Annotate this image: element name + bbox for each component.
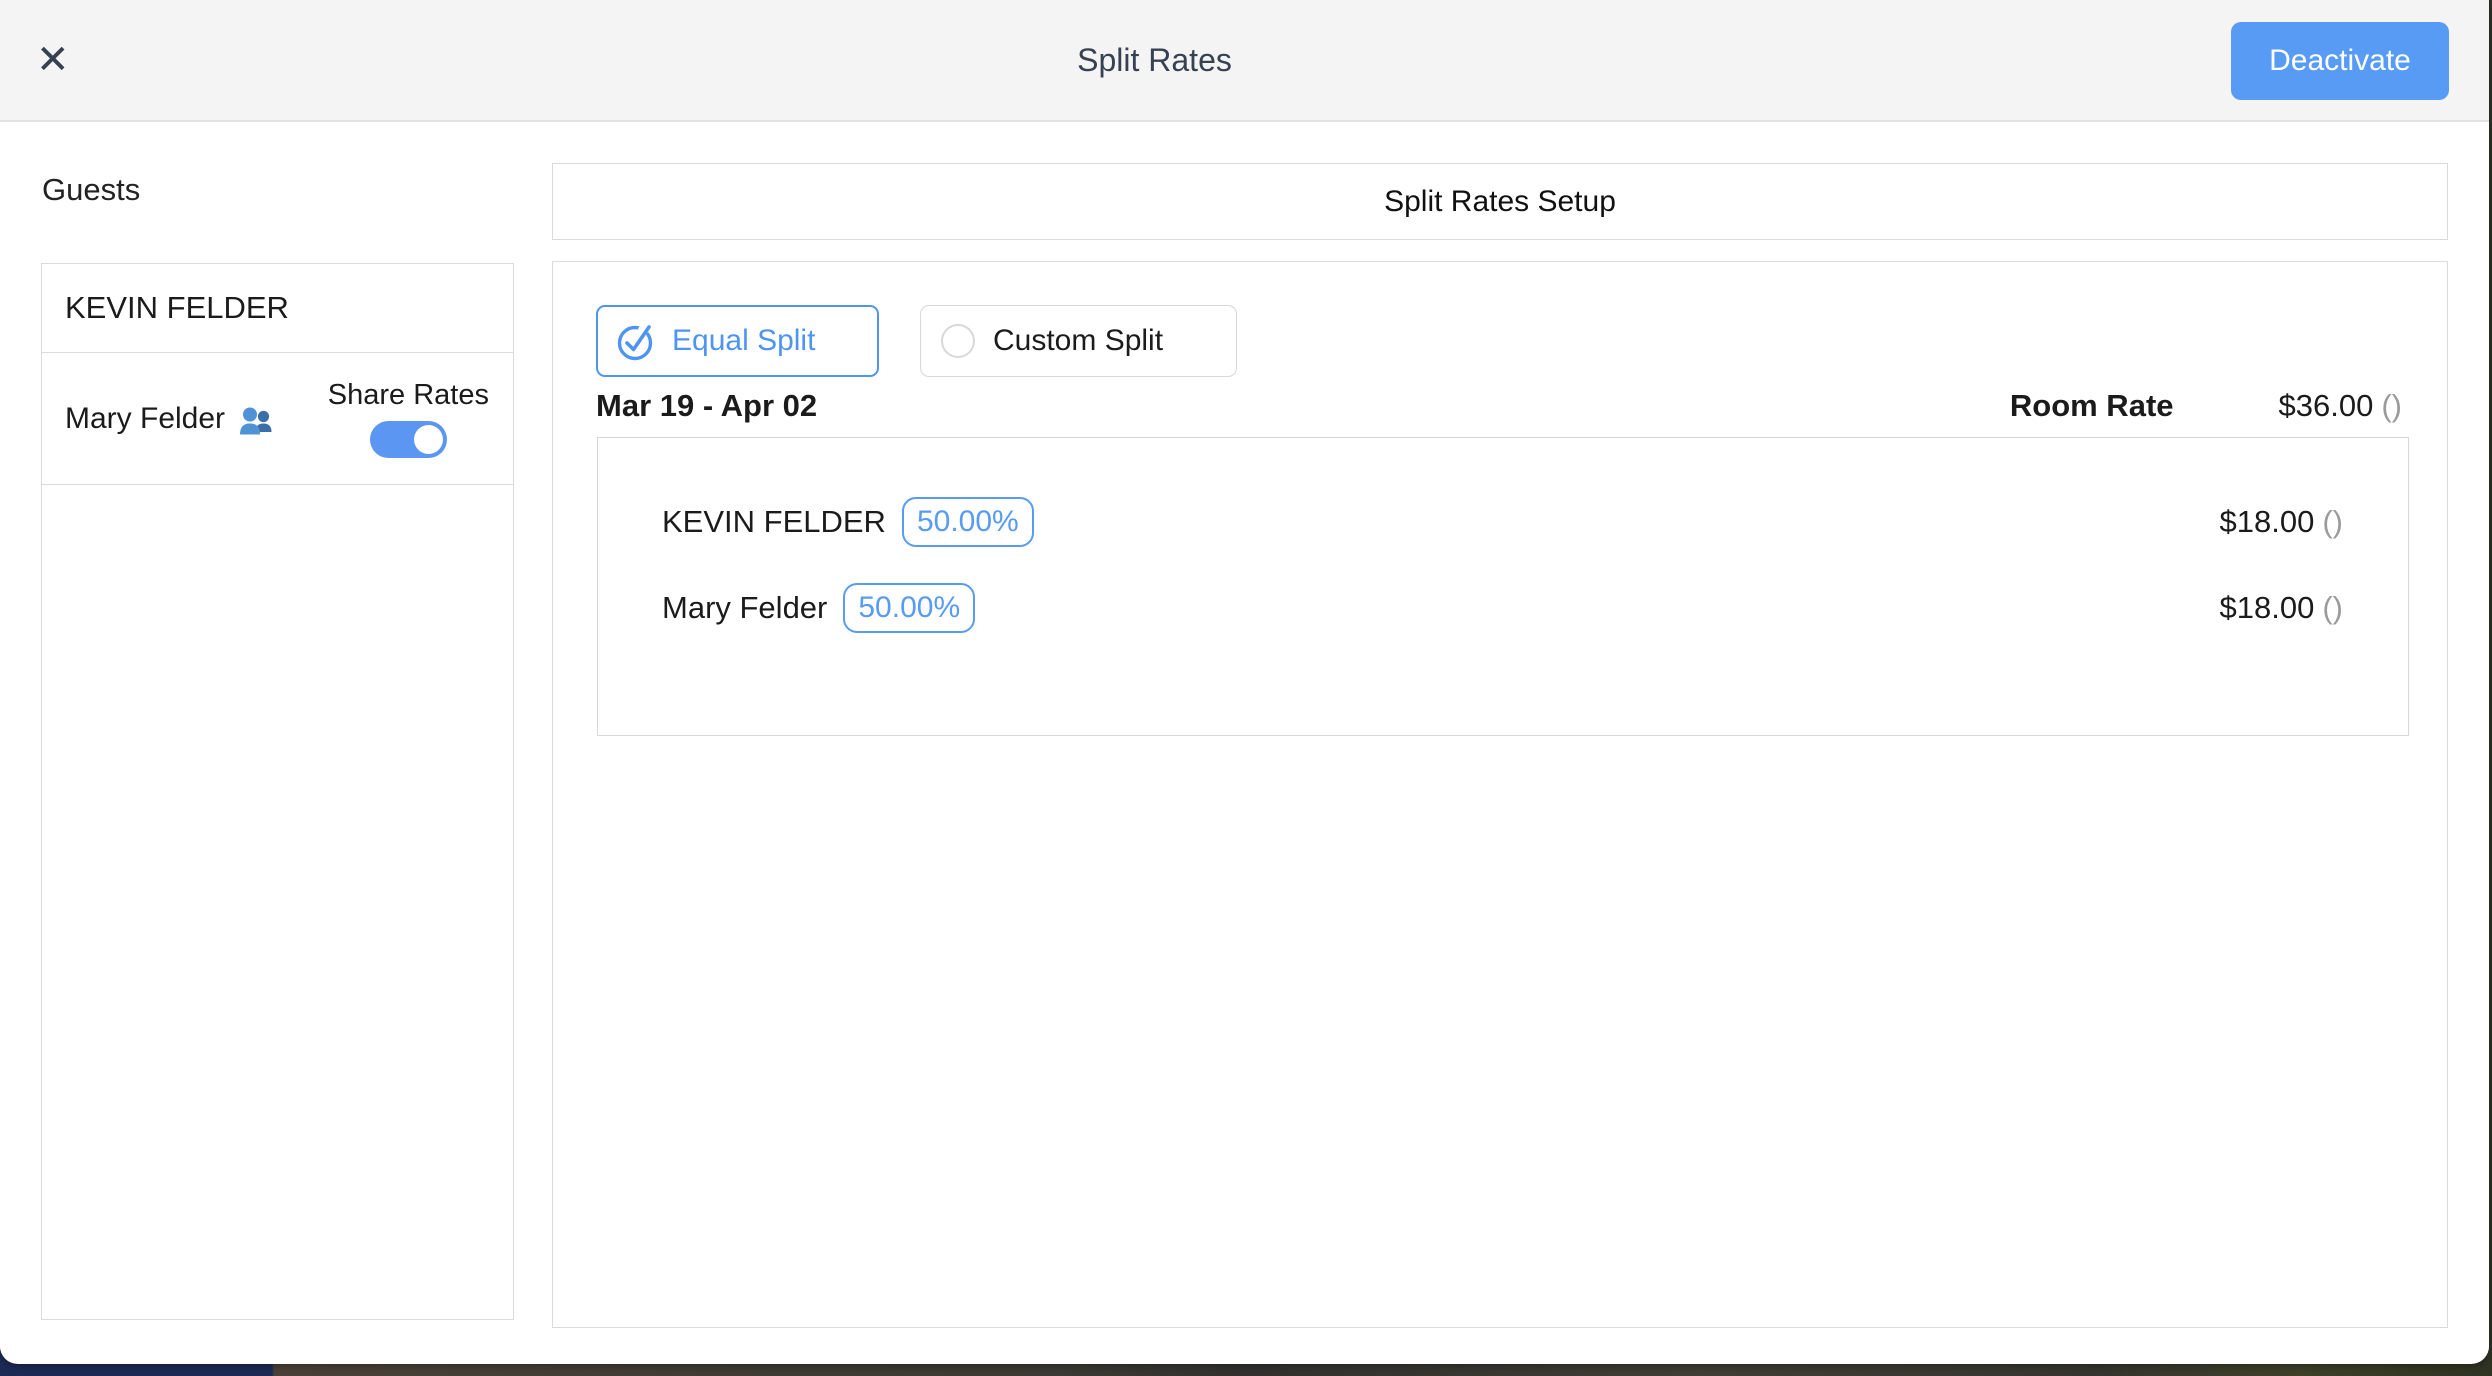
modal-header: ✕ Split Rates Deactivate	[0, 0, 2489, 122]
share-rates-toggle[interactable]	[370, 421, 447, 458]
split-amount: $18.00	[2220, 504, 2315, 540]
guest-list-panel: KEVIN FELDER Mary Felder Share Rates	[41, 263, 514, 1320]
date-range: Mar 19 - Apr 02	[596, 388, 817, 424]
split-rates-modal: ✕ Split Rates Deactivate Guests KEVIN FE…	[0, 0, 2489, 1364]
equal-split-label: Equal Split	[672, 324, 815, 358]
setup-title: Split Rates Setup	[1384, 185, 1616, 219]
split-amount: $18.00	[2220, 590, 2315, 626]
guest-row[interactable]: Mary Felder Share Rates	[42, 353, 513, 485]
split-mode-options: Equal Split Custom Split	[596, 305, 1237, 377]
toggle-knob	[414, 425, 443, 454]
check-circle-icon	[616, 320, 656, 362]
split-row: KEVIN FELDER 50.00% $18.00 ()	[598, 479, 2408, 565]
split-percent-pill[interactable]: 50.00%	[902, 497, 1034, 547]
equal-split-button[interactable]: Equal Split	[596, 305, 879, 377]
primary-guest-name: KEVIN FELDER	[65, 290, 289, 326]
period-row: Mar 19 - Apr 02 Room Rate $36.00 ()	[596, 384, 2402, 428]
split-amount-note: ()	[2322, 590, 2343, 626]
shared-guests-icon	[237, 406, 275, 438]
room-rate-note: ()	[2381, 388, 2402, 424]
primary-guest-row[interactable]: KEVIN FELDER	[42, 264, 513, 353]
deactivate-button[interactable]: Deactivate	[2231, 22, 2449, 100]
room-rate-label: Room Rate	[2010, 388, 2174, 424]
splits-box: KEVIN FELDER 50.00% $18.00 () Mary Felde…	[597, 437, 2409, 736]
split-guest-name: Mary Felder	[662, 590, 827, 626]
guests-heading: Guests	[42, 172, 140, 208]
page-title: Split Rates	[0, 42, 2309, 79]
guest-name: Mary Felder	[65, 402, 225, 436]
room-rate-amount: $36.00	[2279, 388, 2374, 424]
share-rates-label: Share Rates	[328, 379, 489, 412]
split-guest-name: KEVIN FELDER	[662, 504, 886, 540]
split-percent-pill[interactable]: 50.00%	[843, 583, 975, 633]
custom-split-button[interactable]: Custom Split	[920, 305, 1237, 377]
custom-split-label: Custom Split	[993, 324, 1163, 358]
modal-body: Guests KEVIN FELDER Mary Felder Share Ra…	[0, 122, 2489, 1362]
split-setup-panel: Equal Split Custom Split Mar 19 - Apr 02…	[552, 261, 2448, 1328]
split-amount-note: ()	[2322, 504, 2343, 540]
setup-title-bar: Split Rates Setup	[552, 163, 2448, 240]
split-row: Mary Felder 50.00% $18.00 ()	[598, 565, 2408, 651]
radio-circle-icon	[941, 324, 975, 358]
